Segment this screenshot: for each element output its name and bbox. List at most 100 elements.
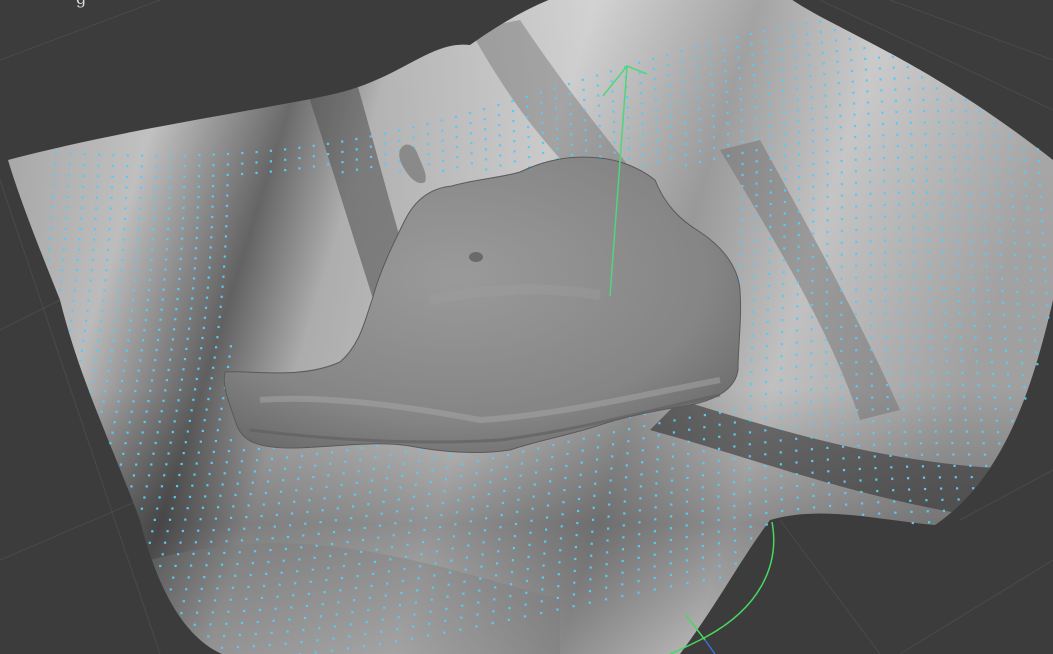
mesh-point	[255, 459, 259, 462]
mesh-point	[207, 552, 210, 555]
mesh-point	[825, 326, 828, 329]
mesh-point	[708, 52, 711, 56]
mesh-point	[124, 197, 127, 200]
mesh-point	[238, 551, 241, 554]
mesh-point	[484, 138, 487, 141]
mesh-point	[1040, 208, 1043, 211]
mesh-point	[156, 507, 159, 510]
mesh-point	[964, 110, 968, 113]
mesh-point	[698, 160, 702, 164]
mesh-point	[97, 339, 100, 342]
3d-viewport[interactable]: g	[0, 0, 1053, 654]
mesh-point	[482, 541, 485, 544]
mesh-point	[197, 185, 200, 188]
mesh-point	[682, 90, 685, 93]
mesh-point	[197, 175, 200, 178]
mesh-point	[284, 169, 287, 172]
mesh-point	[739, 87, 742, 90]
mesh-point	[392, 534, 395, 537]
mesh-point	[826, 150, 829, 153]
mesh-point	[795, 473, 798, 476]
mesh-point	[171, 338, 174, 341]
mesh-point	[954, 476, 957, 479]
mesh-point	[642, 154, 645, 157]
mesh-point	[764, 453, 767, 456]
mesh-point	[627, 157, 630, 161]
mesh-point	[878, 56, 881, 59]
mesh-point	[626, 452, 629, 455]
mesh-point	[190, 409, 193, 412]
mesh-point	[469, 132, 472, 135]
mesh-point	[277, 502, 281, 505]
mesh-point	[637, 580, 640, 583]
mesh-point	[498, 538, 501, 541]
mesh-point	[110, 186, 113, 189]
mesh-point	[882, 134, 885, 137]
mesh-point	[605, 586, 608, 589]
mesh-point	[195, 247, 198, 250]
mesh-point	[454, 115, 457, 118]
mesh-point	[726, 133, 730, 136]
mesh-point	[122, 369, 125, 372]
mesh-point	[367, 609, 370, 612]
mesh-point	[100, 319, 103, 322]
mesh-point	[896, 145, 899, 148]
mesh-point	[697, 97, 700, 100]
mesh-point	[658, 422, 661, 425]
mesh-point	[222, 397, 225, 400]
mesh-point	[428, 492, 431, 496]
mesh-point	[882, 157, 885, 160]
mesh-point	[150, 463, 153, 466]
mesh-point	[812, 232, 815, 235]
mesh-point	[855, 217, 858, 220]
mesh-point	[146, 298, 149, 302]
mesh-point	[542, 151, 545, 155]
mesh-point	[684, 132, 687, 135]
mesh-point	[85, 319, 88, 322]
mesh-point	[979, 121, 982, 125]
mesh-point	[879, 78, 882, 81]
mesh-point	[153, 207, 156, 210]
mesh-point	[156, 431, 159, 434]
mesh-point	[483, 108, 486, 111]
mesh-point	[49, 227, 53, 230]
mesh-point	[117, 400, 120, 403]
mesh-point	[183, 175, 186, 178]
mesh-point	[166, 227, 170, 230]
mesh-point	[377, 536, 380, 539]
mesh-point	[210, 377, 213, 380]
mesh-point	[751, 346, 754, 349]
mesh-point	[431, 586, 435, 589]
mesh-point	[225, 461, 228, 464]
mesh-point	[245, 597, 248, 600]
mesh-point	[726, 122, 729, 125]
mesh-point	[331, 542, 334, 546]
mesh-point	[826, 458, 829, 461]
mesh-point	[975, 348, 978, 351]
mesh-point	[884, 251, 887, 254]
mesh-point	[718, 553, 721, 556]
mesh-point	[968, 192, 971, 195]
mesh-point	[998, 229, 1001, 232]
mesh-point	[114, 319, 118, 322]
mesh-point	[344, 553, 347, 556]
mesh-point	[68, 174, 71, 177]
mesh-point	[182, 368, 185, 371]
mesh-point	[670, 491, 673, 494]
mesh-point	[74, 279, 77, 282]
mesh-point	[569, 113, 572, 116]
mesh-point	[977, 384, 980, 387]
mesh-point	[545, 528, 548, 531]
mesh-point	[871, 420, 875, 423]
mesh-point	[951, 441, 954, 445]
mesh-point	[748, 443, 751, 446]
mesh-point	[643, 425, 646, 428]
mesh-point	[553, 87, 556, 90]
mesh-point	[513, 535, 516, 538]
mesh-point	[440, 119, 443, 122]
mesh-point	[983, 204, 986, 207]
mesh-point	[539, 91, 542, 94]
mesh-point	[596, 84, 599, 87]
mesh-point	[567, 83, 570, 86]
mesh-point	[693, 46, 697, 49]
